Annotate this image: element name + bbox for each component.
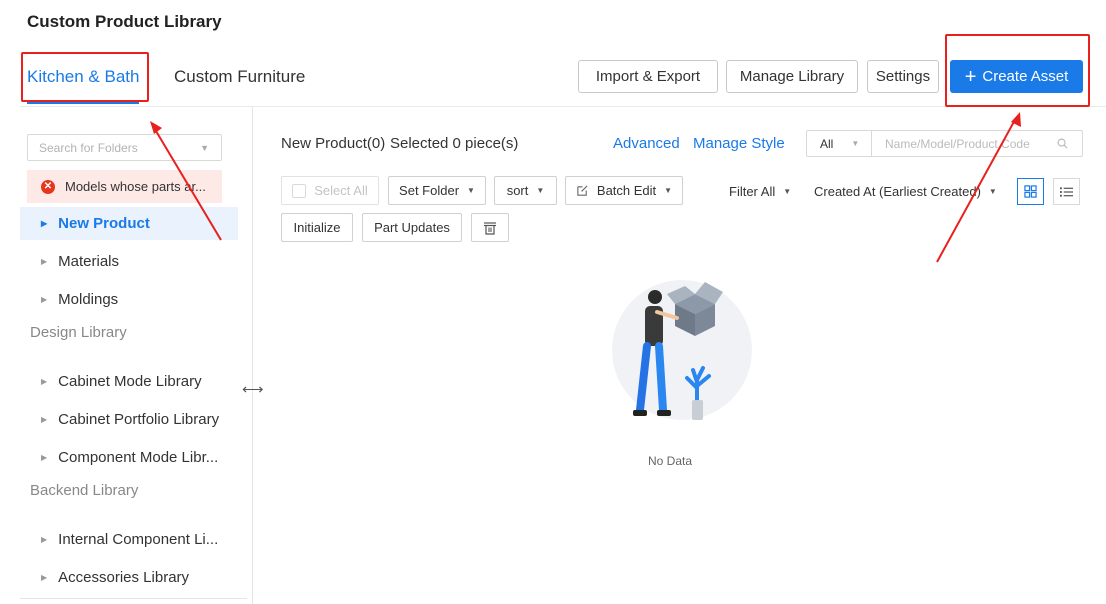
caret-right-icon: ▶ — [41, 377, 48, 386]
scope-select-value: All — [820, 136, 834, 151]
caret-down-icon: ▼ — [664, 186, 673, 195]
select-all-label: Select All — [314, 183, 368, 198]
settings-button[interactable]: Settings — [867, 60, 939, 93]
sort-label: sort — [506, 183, 529, 198]
sidebar-item-new-product[interactable]: ▶ New Product — [20, 207, 238, 240]
list-view-toggle[interactable] — [1053, 178, 1080, 205]
active-tab-indicator — [27, 101, 139, 104]
warning-item[interactable]: ✕ Models whose parts ar... — [27, 170, 222, 203]
caret-down-icon: ▼ — [783, 187, 792, 196]
set-folder-label: Set Folder — [399, 183, 460, 198]
caret-right-icon: ▶ — [41, 573, 48, 582]
caret-right-icon: ▶ — [41, 295, 48, 304]
code-search-input[interactable]: Name/Model/Product Code — [871, 130, 1083, 157]
empty-state-text: No Data — [648, 454, 693, 468]
order-label: Created At (Earliest Created) — [814, 184, 981, 199]
header-divider — [20, 106, 1106, 107]
error-icon: ✕ — [41, 179, 55, 194]
sidebar-item-internal-component-library[interactable]: ▶ Internal Component Li... — [20, 523, 238, 556]
sidebar-item-label: Accessories Library — [58, 569, 190, 586]
sidebar-item-label: Cabinet Mode Library — [58, 373, 202, 390]
resize-handle-icon[interactable]: ⟷ — [242, 380, 264, 398]
grid-icon — [1024, 185, 1037, 198]
manage-library-button[interactable]: Manage Library — [726, 60, 858, 93]
section-backend-library: Backend Library — [30, 482, 139, 499]
caret-right-icon: ▶ — [41, 415, 48, 424]
tab-custom-furniture[interactable]: Custom Furniture — [174, 67, 305, 87]
batch-edit-label: Batch Edit — [596, 183, 657, 198]
part-updates-button[interactable]: Part Updates — [362, 213, 462, 242]
filter-label: Filter All — [729, 184, 776, 199]
sidebar-item-cabinet-portfolio-library[interactable]: ▶ Cabinet Portfolio Library — [20, 403, 238, 436]
edit-icon — [577, 185, 588, 196]
folder-search-select[interactable]: Search for Folders ▼ — [27, 134, 222, 161]
checkbox-icon — [292, 183, 307, 198]
folder-title: New Product(0) — [281, 135, 386, 152]
caret-down-icon: ▼ — [467, 186, 475, 195]
set-folder-button[interactable]: Set Folder ▼ — [388, 176, 486, 205]
caret-right-icon: ▶ — [41, 453, 48, 462]
create-asset-button[interactable]: + Create Asset — [950, 60, 1083, 93]
sidebar-bottom-divider — [20, 598, 247, 599]
caret-right-icon: ▶ — [41, 257, 48, 266]
create-asset-label: Create Asset — [982, 68, 1069, 85]
manage-style-link[interactable]: Manage Style — [693, 135, 785, 152]
caret-down-icon: ▼ — [536, 186, 545, 195]
sort-button[interactable]: sort ▼ — [494, 176, 557, 205]
delete-button[interactable] — [471, 213, 509, 242]
caret-down-icon: ▼ — [988, 187, 997, 196]
scope-select[interactable]: All ▼ — [806, 130, 872, 157]
search-icon — [1057, 138, 1068, 149]
grid-view-toggle[interactable] — [1017, 178, 1044, 205]
import-export-button[interactable]: Import & Export — [578, 60, 718, 93]
selected-count: Selected 0 piece(s) — [390, 135, 519, 152]
sidebar-item-cabinet-mode-library[interactable]: ▶ Cabinet Mode Library — [20, 365, 238, 398]
select-all-button[interactable]: Select All — [281, 176, 379, 205]
caret-right-icon: ▶ — [41, 535, 48, 544]
sidebar-item-label: Moldings — [58, 291, 119, 308]
caret-down-icon: ▼ — [851, 139, 860, 148]
section-design-library: Design Library — [30, 324, 127, 341]
sidebar-item-label: Component Mode Libr... — [58, 449, 219, 466]
sidebar-item-label: Cabinet Portfolio Library — [58, 411, 220, 428]
sidebar-item-component-mode-library[interactable]: ▶ Component Mode Libr... — [20, 441, 238, 474]
tab-kitchen-bath[interactable]: Kitchen & Bath — [27, 67, 139, 87]
initialize-button[interactable]: Initialize — [281, 213, 353, 242]
warning-item-label: Models whose parts ar... — [65, 179, 206, 194]
order-dropdown[interactable]: Created At (Earliest Created) ▼ — [814, 184, 997, 199]
sidebar-item-accessories-library[interactable]: ▶ Accessories Library — [20, 561, 238, 594]
advanced-link[interactable]: Advanced — [613, 135, 680, 152]
caret-right-icon: ▶ — [41, 219, 48, 228]
folder-search-placeholder: Search for Folders — [39, 140, 138, 155]
batch-edit-button[interactable]: Batch Edit ▼ — [565, 176, 683, 205]
sidebar-item-materials[interactable]: ▶ Materials — [20, 245, 238, 278]
code-search-placeholder: Name/Model/Product Code — [885, 136, 1030, 151]
plus-icon: + — [964, 65, 977, 88]
sidebar-item-label: Internal Component Li... — [58, 531, 219, 548]
filter-dropdown[interactable]: Filter All ▼ — [729, 184, 791, 199]
sidebar-divider — [252, 107, 253, 604]
empty-state-illustration — [612, 280, 752, 420]
sidebar-item-label: New Product — [58, 215, 150, 232]
sidebar-item-moldings[interactable]: ▶ Moldings — [20, 283, 238, 316]
caret-down-icon: ▼ — [200, 142, 209, 153]
page-title: Custom Product Library — [27, 12, 222, 31]
sidebar-item-label: Materials — [58, 253, 120, 270]
list-icon — [1060, 186, 1073, 197]
trash-icon — [484, 221, 496, 235]
